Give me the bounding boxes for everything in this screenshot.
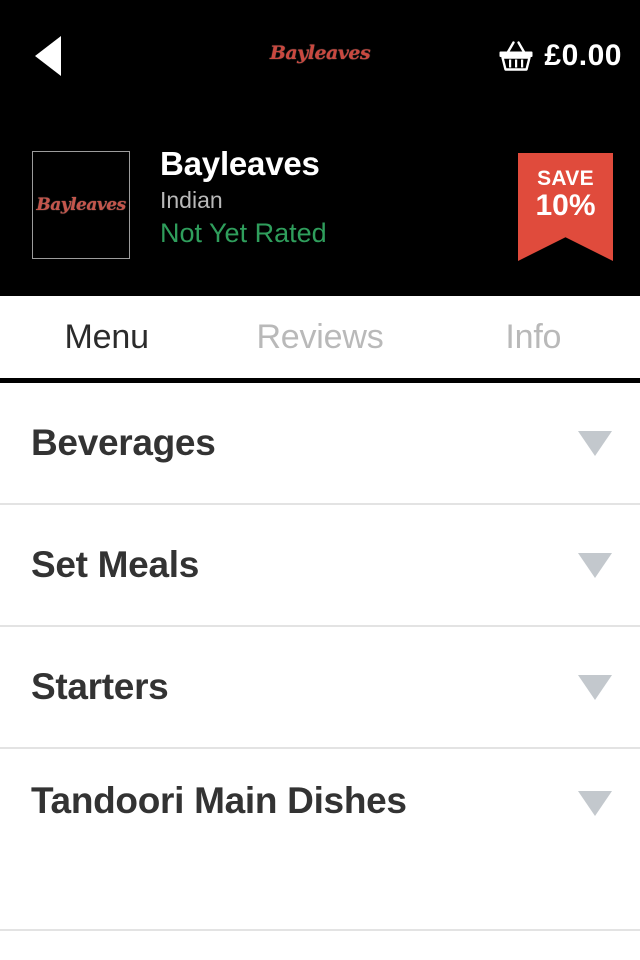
tab-reviews[interactable]: Reviews: [213, 296, 426, 378]
menu-category-row-set-meals[interactable]: Set Meals: [0, 505, 640, 627]
menu-category-label: Starters: [31, 666, 169, 708]
menu-category-label: Beverages: [31, 422, 216, 464]
shopping-basket-icon: [499, 41, 533, 71]
tab-menu-label: Menu: [64, 317, 149, 356]
chevron-down-icon: [578, 552, 612, 578]
tab-menu[interactable]: Menu: [0, 296, 213, 378]
menu-category-row-beverages[interactable]: Beverages: [0, 383, 640, 505]
restaurant-info-block: Bayleaves Bayleaves Indian Not Yet Rated…: [0, 120, 640, 296]
restaurant-text-block: Bayleaves Indian Not Yet Rated: [160, 145, 500, 249]
restaurant-menu-screen: Bayleaves £0.00 Bayleaves Bayleaves Indi…: [0, 0, 640, 960]
menu-category-list: Beverages Set Meals Starters Tandoori Ma…: [0, 383, 640, 931]
menu-category-label: Tandoori Main Dishes: [31, 780, 407, 821]
restaurant-thumbnail-logo-text: Bayleaves: [36, 195, 126, 215]
save-badge-label: SAVE: [537, 167, 594, 190]
chevron-down-icon: [578, 430, 612, 456]
menu-category-row-tandoori-main-dishes[interactable]: Tandoori Main Dishes: [0, 749, 640, 931]
tab-info[interactable]: Info: [427, 296, 640, 378]
chevron-down-icon: [578, 674, 612, 700]
basket-total-amount: £0.00: [544, 39, 622, 72]
basket-button[interactable]: £0.00: [498, 32, 622, 80]
top-navigation-bar: Bayleaves £0.00: [0, 0, 640, 112]
menu-category-label: Set Meals: [31, 544, 199, 586]
restaurant-name: Bayleaves: [160, 145, 320, 182]
tab-info-label: Info: [505, 317, 562, 356]
menu-category-row-starters[interactable]: Starters: [0, 627, 640, 749]
header-region: Bayleaves £0.00 Bayleaves Bayleaves Indi…: [0, 0, 640, 296]
restaurant-cuisine: Indian: [160, 186, 223, 213]
restaurant-rating: Not Yet Rated: [160, 218, 327, 249]
save-badge-amount: 10%: [535, 189, 596, 222]
tab-reviews-label: Reviews: [256, 317, 384, 356]
restaurant-thumbnail: Bayleaves: [32, 151, 130, 259]
tab-bar: Menu Reviews Info: [0, 296, 640, 378]
save-offer-badge[interactable]: SAVE 10%: [518, 153, 613, 261]
chevron-down-icon: [578, 791, 612, 816]
